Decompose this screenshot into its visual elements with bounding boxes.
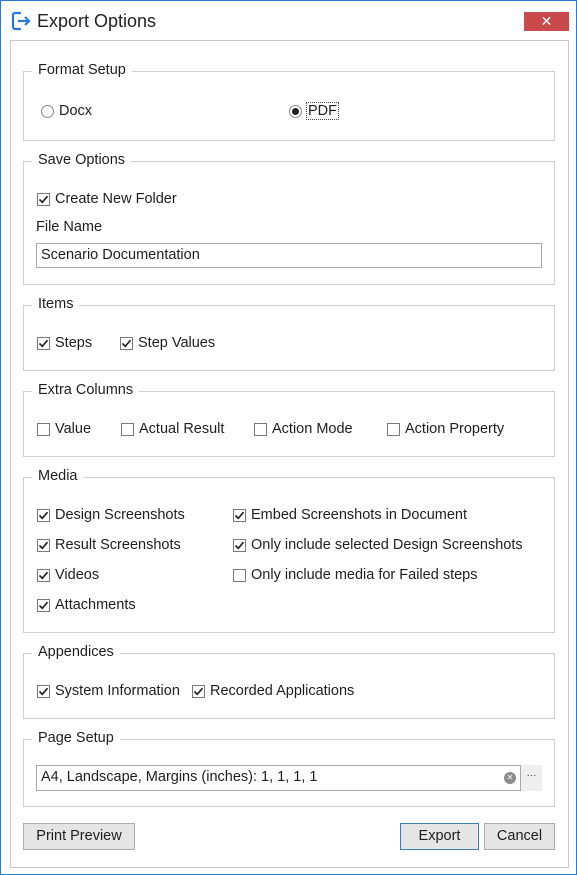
window-title: Export Options bbox=[37, 11, 157, 31]
steps-checkbox[interactable]: Steps bbox=[37, 333, 92, 353]
group-title: Page Setup bbox=[32, 729, 120, 747]
checkbox-box bbox=[37, 684, 50, 698]
checkbox-box bbox=[192, 684, 205, 698]
result-screenshots-checkbox[interactable]: Result Screenshots bbox=[37, 535, 181, 555]
export-icon bbox=[10, 10, 32, 32]
group-border bbox=[23, 305, 555, 371]
extra-columns-group: Extra Columns Value Actual Result Action… bbox=[23, 381, 555, 457]
radio-label: Docx bbox=[59, 103, 93, 119]
group-title: Extra Columns bbox=[32, 381, 140, 399]
checkbox-label: Attachments bbox=[55, 597, 136, 613]
group-title: Media bbox=[32, 467, 84, 485]
group-title: Format Setup bbox=[32, 61, 132, 79]
checkbox-box bbox=[37, 568, 50, 582]
system-information-checkbox[interactable]: System Information bbox=[37, 681, 180, 701]
embed-screenshots-checkbox[interactable]: Embed Screenshots in Document bbox=[233, 505, 467, 525]
checkbox-box bbox=[254, 422, 267, 436]
checkbox-label: Only include selected Design Screenshots bbox=[251, 537, 523, 553]
videos-checkbox[interactable]: Videos bbox=[37, 565, 99, 585]
close-icon: ✕ bbox=[540, 13, 553, 29]
title-bar: Export Options ✕ bbox=[1, 1, 576, 41]
browse-button[interactable]: ··· bbox=[520, 765, 542, 791]
checkbox-label: Action Mode bbox=[272, 421, 353, 437]
checkbox-box bbox=[37, 192, 50, 206]
attachments-checkbox[interactable]: Attachments bbox=[37, 595, 136, 615]
only-selected-design-screenshots-checkbox[interactable]: Only include selected Design Screenshots bbox=[233, 535, 523, 555]
checkbox-label: Actual Result bbox=[139, 421, 225, 437]
group-title: Items bbox=[32, 295, 80, 313]
checkbox-box bbox=[233, 508, 246, 522]
value-checkbox[interactable]: Value bbox=[37, 419, 91, 439]
format-setup-group: Format Setup Docx PDF bbox=[23, 61, 555, 141]
export-options-dialog: Export Options ✕ Format Setup Docx PDF S… bbox=[0, 0, 577, 875]
group-title: Save Options bbox=[32, 151, 132, 169]
checkbox-label: Videos bbox=[55, 567, 100, 583]
checkbox-label: System Information bbox=[55, 683, 180, 699]
checkbox-label: Design Screenshots bbox=[55, 507, 185, 523]
radio-docx[interactable]: Docx bbox=[41, 101, 92, 121]
checkbox-label: Steps bbox=[55, 335, 93, 351]
media-group: Media Design Screenshots Result Screensh… bbox=[23, 467, 555, 633]
checkbox-box bbox=[233, 538, 246, 552]
items-group: Items Steps Step Values bbox=[23, 295, 555, 371]
checkbox-label: Only include media for Failed steps bbox=[251, 567, 478, 583]
radio-circle-selected bbox=[289, 104, 302, 118]
create-new-folder-checkbox[interactable]: Create New Folder bbox=[37, 189, 177, 209]
checkbox-box bbox=[37, 422, 50, 436]
radio-pdf[interactable]: PDF bbox=[289, 101, 339, 121]
print-preview-button[interactable]: Print Preview bbox=[23, 823, 135, 850]
cancel-button[interactable]: Cancel bbox=[484, 823, 555, 850]
page-setup-value: A4, Landscape, Margins (inches): 1, 1, 1… bbox=[41, 769, 318, 785]
close-button[interactable]: ✕ bbox=[524, 12, 569, 31]
checkbox-label: Result Screenshots bbox=[55, 537, 181, 553]
file-name-label: File Name bbox=[36, 219, 103, 235]
checkbox-box bbox=[37, 598, 50, 612]
radio-label: PDF bbox=[306, 102, 339, 120]
only-failed-steps-media-checkbox[interactable]: Only include media for Failed steps bbox=[233, 565, 477, 585]
checkbox-box bbox=[233, 568, 246, 582]
export-button[interactable]: Export bbox=[400, 823, 479, 850]
checkbox-box bbox=[37, 336, 50, 350]
step-values-checkbox[interactable]: Step Values bbox=[120, 333, 215, 353]
file-name-input[interactable]: Scenario Documentation bbox=[36, 243, 542, 268]
page-setup-field[interactable]: A4, Landscape, Margins (inches): 1, 1, 1… bbox=[36, 765, 542, 791]
action-mode-checkbox[interactable]: Action Mode bbox=[254, 419, 353, 439]
checkbox-box bbox=[37, 508, 50, 522]
checkbox-box bbox=[387, 422, 400, 436]
actual-result-checkbox[interactable]: Actual Result bbox=[121, 419, 224, 439]
recorded-applications-checkbox[interactable]: Recorded Applications bbox=[192, 681, 354, 701]
radio-circle bbox=[41, 104, 54, 118]
checkbox-label: Step Values bbox=[138, 335, 216, 351]
checkbox-label: Embed Screenshots in Document bbox=[251, 507, 467, 523]
checkbox-box bbox=[120, 336, 133, 350]
checkbox-box bbox=[37, 538, 50, 552]
checkbox-box bbox=[121, 422, 134, 436]
checkbox-label: Recorded Applications bbox=[210, 683, 355, 699]
checkbox-label: Value bbox=[55, 421, 92, 437]
group-title: Appendices bbox=[32, 643, 120, 661]
checkbox-label: Create New Folder bbox=[55, 191, 177, 207]
action-property-checkbox[interactable]: Action Property bbox=[387, 419, 504, 439]
clear-icon[interactable]: ✕ bbox=[504, 772, 516, 784]
checkbox-label: Action Property bbox=[405, 421, 505, 437]
design-screenshots-checkbox[interactable]: Design Screenshots bbox=[37, 505, 185, 525]
appendices-group: Appendices System Information Recorded A… bbox=[23, 643, 555, 719]
